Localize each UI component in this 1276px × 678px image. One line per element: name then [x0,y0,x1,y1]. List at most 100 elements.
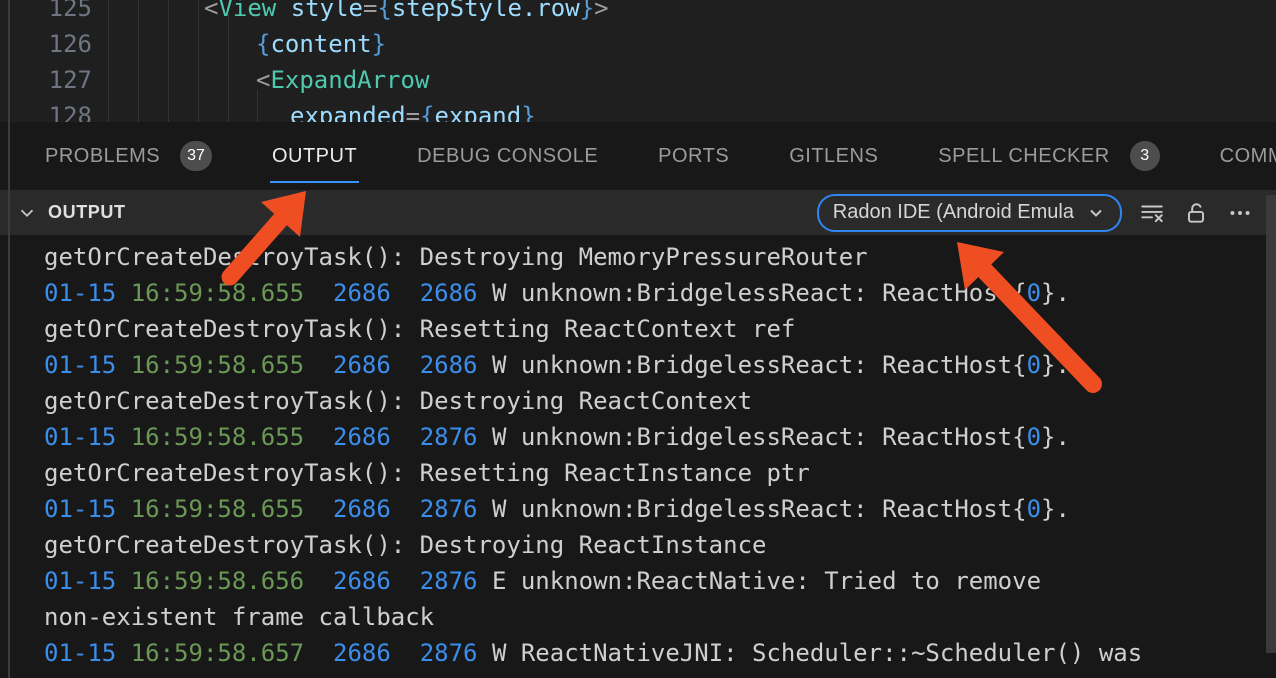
code-token: < [204,0,218,22]
log-segment: 16:59:58.655 [131,279,304,307]
panel-scrollbar[interactable] [1266,195,1276,653]
log-segment [391,279,420,307]
indent-guide [168,0,169,122]
tab-label: OUTPUT [272,145,357,168]
log-line: getOrCreateDestroyTask(): Destroying Mem… [44,239,1276,275]
log-segment: E unknown:ReactNative: Tried to remove [478,567,1042,595]
tab-label: PROBLEMS [45,145,160,168]
log-segment [391,423,420,451]
tab-spell-checker[interactable]: SPELL CHECKER3 [938,122,1159,190]
log-line: 01-15 16:59:58.655 2686 2686 W unknown:B… [44,347,1276,383]
log-segment: }. [1041,423,1070,451]
log-segment: W unknown:BridgelessReact: ReactHost{ [478,279,1027,307]
log-segment: non-existent frame callback [44,603,434,631]
log-segment [116,423,130,451]
indent-guide [138,0,139,122]
log-line: 01-15 16:59:58.655 2686 2686 W unknown:B… [44,275,1276,311]
log-segment: 2686 [420,351,478,379]
clear-output-icon[interactable] [1138,199,1166,227]
code-token: { [256,30,270,58]
panel-header-actions: Radon IDE (Android Emula [817,194,1276,232]
output-panel-header: OUTPUT Radon IDE (Android Emula [0,190,1276,235]
tab-gitlens[interactable]: GITLENS [789,122,878,190]
code-token: > [594,0,608,22]
log-segment: 2686 [333,279,391,307]
indent-guide [257,90,258,122]
log-segment: 2876 [420,423,478,451]
log-segment [116,567,130,595]
log-segment [116,639,130,667]
tab-output[interactable]: OUTPUT [272,122,357,190]
log-segment [304,567,333,595]
editor-line: 126 {content} [0,26,1276,62]
log-line: 01-15 16:59:58.656 2686 2876 E unknown:R… [44,563,1276,599]
code-token: ExpandArrow [270,66,429,94]
log-segment: 2686 [420,279,478,307]
tab-ports[interactable]: PORTS [658,122,729,190]
editor-lines: 125<View style={stepStyle.row}>126 {conte… [0,0,1276,122]
log-segment: 16:59:58.657 [131,639,304,667]
editor-line: 125<View style={stepStyle.row}> [0,0,1276,26]
code-content: {content} [256,26,386,62]
code-token [276,0,290,22]
log-segment: getOrCreateDestroyTask(): Destroying Rea… [44,531,766,559]
log-line: non-existent frame callback [44,599,1276,635]
more-actions-icon[interactable] [1226,199,1254,227]
code-content: <ExpandArrow [256,62,429,98]
log-segment [304,423,333,451]
output-channel-dropdown[interactable]: Radon IDE (Android Emula [817,194,1122,232]
tab-comments[interactable]: COMME [1220,122,1276,190]
log-line: getOrCreateDestroyTask(): Destroying Rea… [44,527,1276,563]
panel-title: OUTPUT [48,202,126,223]
log-segment: 01-15 [44,495,116,523]
output-log[interactable]: getOrCreateDestroyTask(): Destroying Mem… [0,235,1276,678]
log-segment [391,567,420,595]
log-segment [116,279,130,307]
code-token: expand [435,102,522,122]
window-left-edge [8,0,10,678]
log-segment: W unknown:BridgelessReact: ReactHost{ [478,351,1027,379]
log-segment: 01-15 [44,423,116,451]
indent-guide [108,0,109,122]
code-content: <View style={stepStyle.row}> [204,0,609,26]
log-segment: getOrCreateDestroyTask(): Destroying Rea… [44,387,752,415]
code-token: = [363,0,377,22]
log-line: 01-15 16:59:58.655 2686 2876 W unknown:B… [44,419,1276,455]
log-line: getOrCreateDestroyTask(): Resetting Reac… [44,311,1276,347]
log-segment: }. [1041,351,1070,379]
code-token: = [406,102,420,122]
tab-debug-console[interactable]: DEBUG CONSOLE [417,122,598,190]
log-segment: W unknown:BridgelessReact: ReactHost{ [478,495,1027,523]
code-token: { [377,0,391,22]
collapse-chevron-icon[interactable] [16,202,38,224]
log-segment: 16:59:58.655 [131,351,304,379]
log-segment: getOrCreateDestroyTask(): Resetting Reac… [44,459,810,487]
editor-line: 128expanded={expand} [0,98,1276,122]
log-segment: 2686 [333,567,391,595]
indent-guide [228,14,229,122]
active-tab-underline [270,181,359,183]
log-segment: 2686 [333,423,391,451]
log-segment [304,351,333,379]
code-token: style [291,0,363,22]
tab-label: SPELL CHECKER [938,145,1109,168]
tab-badge: 37 [180,141,212,171]
tab-label: GITLENS [789,145,878,168]
log-segment [304,279,333,307]
code-editor[interactable]: 125<View style={stepStyle.row}>126 {conte… [0,0,1276,122]
log-segment: 16:59:58.655 [131,495,304,523]
log-segment: }. [1041,279,1070,307]
unlock-icon[interactable] [1182,199,1210,227]
log-segment [391,351,420,379]
log-segment: 2686 [333,351,391,379]
tab-problems[interactable]: PROBLEMS 37 [45,122,212,190]
line-number: 126 [0,26,92,62]
log-segment: 2686 [333,495,391,523]
log-segment: }. [1041,495,1070,523]
code-token: < [256,66,270,94]
code-token: } [580,0,594,22]
log-line: 01-15 16:59:58.657 2686 2876 W ReactNati… [44,635,1276,671]
log-segment: getOrCreateDestroyTask(): Destroying Mem… [44,243,868,271]
log-segment: 2686 [333,639,391,667]
chevron-down-icon [1086,203,1106,223]
